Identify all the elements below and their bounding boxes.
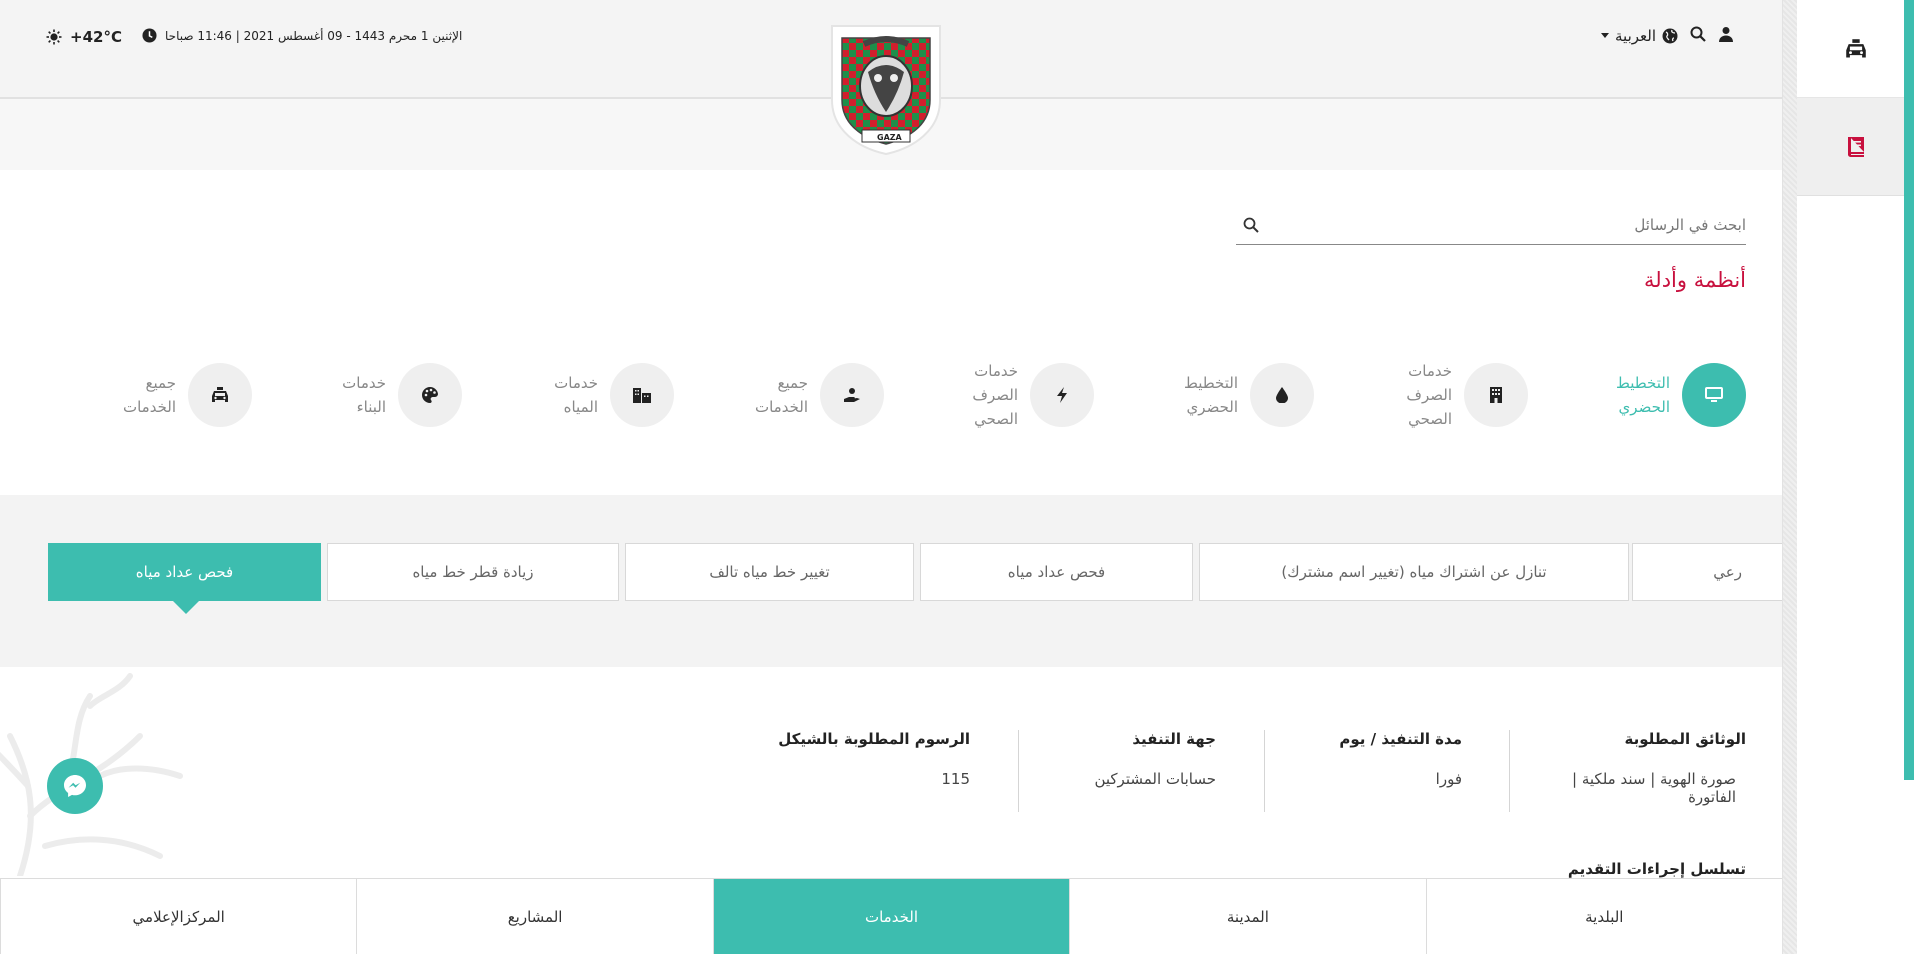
execution-duration: مدة التنفيذ / يوم فورا (1262, 730, 1462, 812)
clock-icon (142, 28, 157, 43)
date-time: الإثنين 1 محرم 1443 - 09 أغسطس 2021 | 11… (142, 28, 462, 43)
service-tab-label: رعي (1713, 563, 1742, 581)
category-label: جميع الخدمات (122, 374, 176, 416)
search-icon[interactable] (1690, 26, 1706, 46)
documents-value: صورة الهوية | سند ملكية | الفاتورة (1572, 770, 1736, 806)
bottom-navigation: البلدية المدينة الخدمات المشاريع المركزا… (0, 878, 1782, 954)
nav-municipality[interactable]: البلدية (1425, 879, 1782, 954)
building-icon (1464, 363, 1528, 427)
hand-icon (820, 363, 884, 427)
user-icon[interactable] (1718, 26, 1734, 46)
nav-media-center[interactable]: المركزالإعلامي (0, 879, 356, 954)
main-content: +42°C الإثنين 1 محرم 1443 - 09 أغسطس 202… (0, 0, 1782, 954)
language-label: العربية (1615, 27, 1656, 45)
duration-value: فورا (1435, 770, 1462, 788)
nav-services[interactable]: الخدمات (712, 879, 1070, 954)
category-urban-planning-2[interactable]: التخطيط الحضري (1182, 355, 1314, 435)
service-tab-label: تغيير خط مياه تالف (709, 563, 830, 581)
category-label: خدمات الصرف الصحي (1406, 362, 1452, 428)
nav-label: المركزالإعلامي (132, 907, 225, 926)
caret-down-icon (1601, 33, 1609, 38)
taxi-icon (188, 363, 252, 427)
divider (1018, 730, 1019, 812)
nav-label: المدينة (1226, 907, 1269, 926)
category-label: التخطيط الحضري (1183, 374, 1238, 416)
category-all-services-2[interactable]: جميع الخدمات (120, 355, 252, 435)
language-selector[interactable]: العربية (1601, 27, 1678, 45)
authority-value: حسابات المشتركين (1094, 770, 1216, 788)
divider (1509, 730, 1510, 812)
weather-widget: +42°C (46, 28, 122, 46)
fees-heading: الرسوم المطلوبة بالشيكل (778, 730, 970, 748)
right-rail (1782, 0, 1914, 954)
date-time-text: الإثنين 1 محرم 1443 - 09 أغسطس 2021 | 11… (165, 28, 463, 43)
category-label: خدمات المياه (554, 374, 598, 416)
nav-label: البلدية (1585, 907, 1624, 926)
taxi-icon (1846, 38, 1866, 58)
category-construction[interactable]: خدمات البناء (330, 355, 462, 435)
nav-city[interactable]: المدينة (1069, 879, 1425, 954)
authority-heading: جهة التنفيذ (1132, 730, 1216, 748)
category-list: التخطيط الحضري خدمات الصرف الصحي التخطيط… (76, 355, 1746, 435)
service-tab-active[interactable]: فحص عداد مياه (48, 543, 321, 601)
execution-authority: جهة التنفيذ حسابات المشتركين (1016, 730, 1216, 812)
messenger-icon (64, 775, 86, 797)
category-label: خدمات البناء (342, 374, 386, 416)
nav-projects[interactable]: المشاريع (356, 879, 712, 954)
documents-heading: الوثائق المطلوبة (1624, 730, 1746, 748)
rail-scrollbar[interactable] (1783, 0, 1797, 954)
divider (1264, 730, 1265, 812)
palette-icon (398, 363, 462, 427)
service-tab[interactable]: تنازل عن اشتراك مياه (تغيير اسم مشترك) (1199, 543, 1629, 601)
category-label: خدمات الصرف الصحي (972, 362, 1018, 428)
required-documents: الوثائق المطلوبة صورة الهوية | سند ملكية… (1522, 730, 1746, 812)
duration-heading: مدة التنفيذ / يوم (1339, 730, 1462, 748)
book-icon (1848, 136, 1864, 157)
category-label: جميع الخدمات (754, 374, 808, 416)
water-drop-icon (1250, 363, 1314, 427)
service-tab[interactable]: تغيير خط مياه تالف (625, 543, 914, 601)
globe-icon (1662, 28, 1678, 44)
steps-heading: تسلسل إجراءات التقديم (1567, 860, 1746, 878)
temperature: +42°C (70, 28, 122, 46)
service-tab-label: فحص عداد مياه (1007, 563, 1106, 581)
rail-taxi-button[interactable] (1797, 0, 1914, 98)
category-sanitation[interactable]: خدمات الصرف الصحي (1396, 355, 1528, 435)
bolt-icon (1030, 363, 1094, 427)
category-all-services[interactable]: جميع الخدمات (752, 355, 884, 435)
category-water-services[interactable]: خدمات المياه (542, 355, 674, 435)
header-tools: العربية (1601, 26, 1734, 46)
page-scrollbar-thumb[interactable] (1904, 0, 1914, 780)
section-title: أنظمة وأدلة (1644, 268, 1746, 292)
city-icon (610, 363, 674, 427)
monitor-icon (1682, 363, 1746, 427)
service-tab-label: فحص عداد مياه (135, 563, 234, 581)
logo-caption: GAZA (877, 133, 902, 142)
rail-book-button[interactable] (1797, 98, 1914, 196)
service-tab-label: زيادة قطر خط مياه (412, 563, 534, 581)
required-fees: الرسوم المطلوبة بالشيكل 115 (730, 730, 970, 812)
search-input[interactable] (1266, 215, 1746, 234)
service-tab[interactable]: زيادة قطر خط مياه (327, 543, 619, 601)
sun-icon (46, 29, 62, 45)
search-submit-icon[interactable] (1236, 217, 1266, 233)
nav-label: المشاريع (507, 907, 563, 926)
nav-label: الخدمات (864, 907, 918, 926)
category-urban-planning[interactable]: التخطيط الحضري (1614, 355, 1746, 435)
category-sanitation-2[interactable]: خدمات الصرف الصحي (962, 355, 1094, 435)
service-tab-label: تنازل عن اشتراك مياه (تغيير اسم مشترك) (1281, 563, 1547, 581)
category-label: التخطيط الحضري (1615, 374, 1670, 416)
messenger-button[interactable] (47, 758, 103, 814)
service-tab[interactable]: رعي (1632, 543, 1782, 601)
active-tab-pointer (172, 600, 200, 614)
service-tab[interactable]: فحص عداد مياه (920, 543, 1193, 601)
fees-value: 115 (941, 770, 970, 788)
message-search (1236, 205, 1746, 245)
